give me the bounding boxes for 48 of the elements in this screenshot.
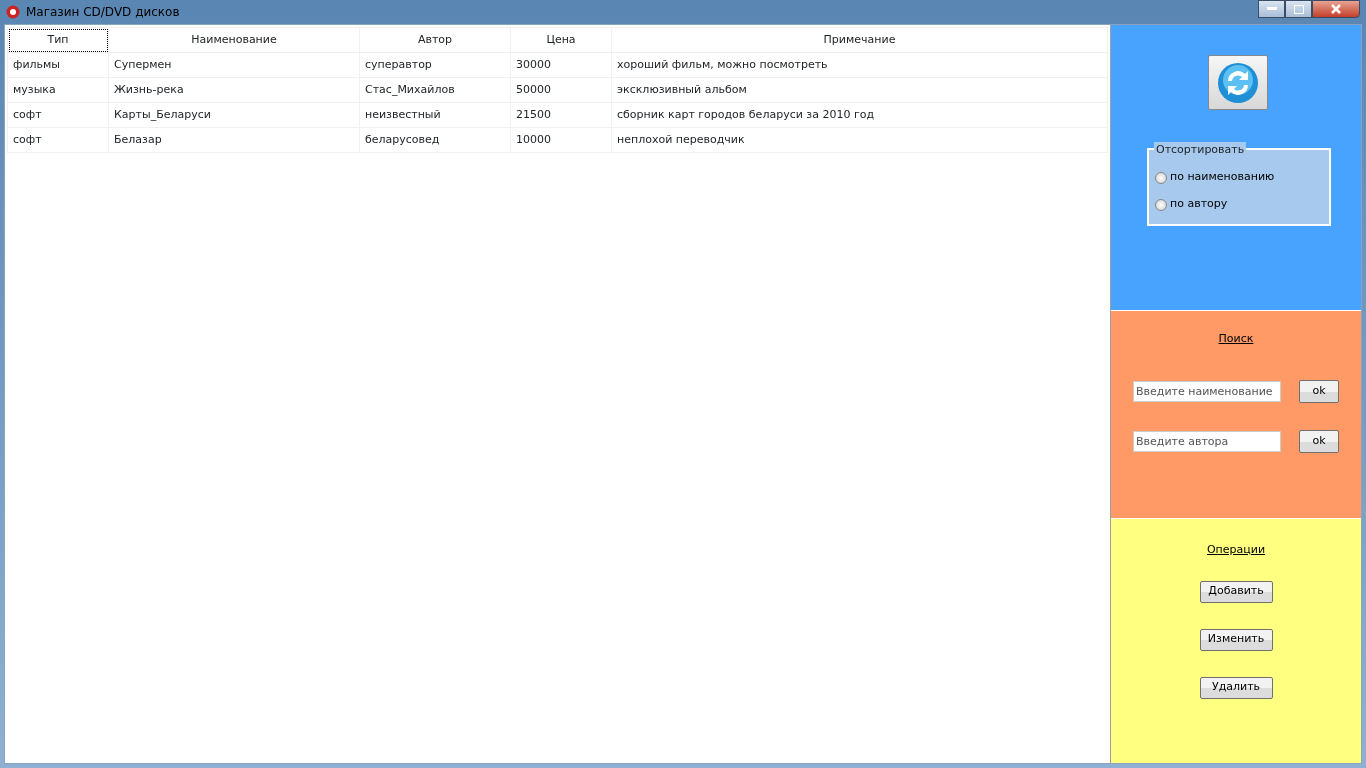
close-icon [1331,4,1341,14]
table-cell: сборник карт городов беларуси за 2010 год [611,102,1108,128]
table-cell: неплохой переводчик [611,127,1108,153]
operation-button[interactable]: Добавить [1199,580,1273,603]
refresh-button[interactable] [1208,55,1268,110]
search-field[interactable]: Введите автора [1133,430,1281,452]
operation-button[interactable]: Изменить [1199,628,1273,651]
minimize-icon [1266,7,1277,11]
table-cell: 30000 [510,52,612,78]
table-cell: эксклюзивный альбом [611,77,1108,103]
app-icon [6,5,20,19]
table-cell: Супермен [108,52,360,78]
search-field[interactable]: Введите наименование [1133,380,1281,402]
sort-option[interactable]: по автору [1155,191,1323,218]
table-cell: 10000 [510,127,612,153]
column-header[interactable]: Автор [359,27,511,53]
radio-button[interactable] [1155,198,1167,211]
table-cell: софт [7,102,109,128]
table-cell: 50000 [510,77,612,103]
minimize-button[interactable] [1258,0,1285,18]
table-cell: фильмы [7,52,109,78]
table-cell: Карты_Беларуси [108,102,360,128]
ok-button[interactable]: ok [1299,429,1339,453]
column-header[interactable]: Тип [7,27,109,53]
table-cell: суперавтор [359,52,511,78]
refresh-icon [1217,61,1259,104]
table-cell: музыка [7,77,109,103]
radio-button[interactable] [1155,171,1167,184]
column-header[interactable]: Примечание [611,27,1108,53]
table-cell: Белазар [108,127,360,153]
table-cell: софт [7,127,109,153]
operations-title: Операции [1206,542,1266,558]
sort-option[interactable]: по наименованию [1155,164,1323,191]
table-cell: хороший фильм, можно посмотреть [611,52,1108,78]
column-header[interactable]: Наименование [108,27,360,53]
close-button[interactable] [1312,0,1360,18]
table-cell: неизвестный [359,102,511,128]
table-cell: Стас_Михайлов [359,77,511,103]
column-header[interactable]: Цена [510,27,612,53]
ok-button[interactable]: ok [1299,379,1339,403]
table-cell: 21500 [510,102,612,128]
maximize-icon [1293,4,1304,14]
table-cell: Жизнь-река [108,77,360,103]
window-title: Магазин CD/DVD дисков [26,4,180,21]
maximize-button[interactable] [1285,0,1312,18]
table-cell: беларусовед [359,127,511,153]
search-title: Поиск [1218,331,1254,347]
operation-button[interactable]: Удалить [1199,676,1273,699]
